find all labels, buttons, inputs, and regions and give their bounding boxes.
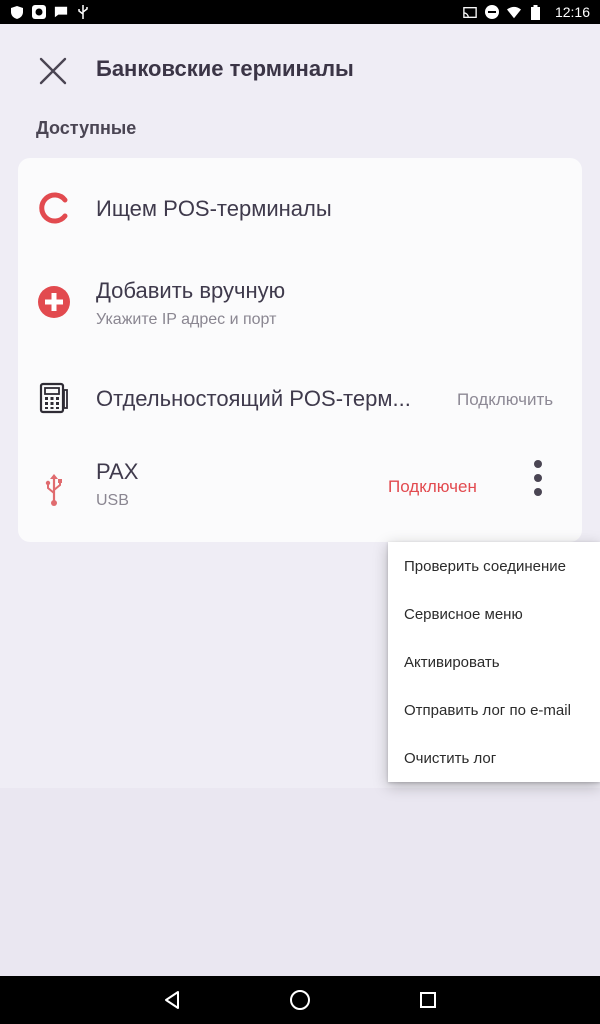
- home-icon: [290, 990, 310, 1010]
- terminals-card: Ищем POS-терминалы Добавить вручную Укаж…: [18, 158, 582, 542]
- navigation-bar: [0, 976, 600, 1024]
- context-menu: Проверить соединение Сервисное меню Акти…: [388, 542, 600, 782]
- battery-icon: [529, 4, 543, 20]
- status-bar: 12:16: [0, 0, 600, 24]
- row-searching: Ищем POS-терминалы: [18, 158, 582, 258]
- row-pax-subtitle: USB: [96, 492, 129, 509]
- status-time: 12:16: [554, 4, 590, 20]
- usb-icon: [76, 5, 90, 19]
- more-options-button[interactable]: [518, 456, 558, 500]
- do-not-disturb-icon: [484, 5, 499, 19]
- page-title: Банковские терминалы: [96, 56, 354, 81]
- status-connected: Подключен: [388, 477, 477, 496]
- row-standalone-title: Отдельностоящий POS-терм...: [96, 386, 411, 411]
- loading-spinner-icon: [36, 190, 72, 226]
- lower-background: [0, 788, 600, 976]
- toolbar: Банковские терминалы: [0, 24, 600, 114]
- pos-terminal-icon: [36, 380, 72, 416]
- usb-icon: [36, 472, 72, 508]
- more-vert-icon-dot: [534, 488, 542, 496]
- wifi-icon: [506, 5, 521, 19]
- status-bar-right: 12:16: [463, 4, 590, 20]
- row-standalone-terminal[interactable]: Отдельностоящий POS-терм... Подключить: [18, 356, 582, 442]
- app-notification-icon: [32, 5, 46, 19]
- close-icon: [39, 57, 67, 85]
- menu-item-service-menu[interactable]: Сервисное меню: [388, 590, 600, 638]
- recents-button[interactable]: [416, 988, 440, 1012]
- home-button[interactable]: [288, 988, 312, 1012]
- cast-icon: [463, 5, 477, 19]
- back-button[interactable]: [160, 988, 184, 1012]
- back-icon: [165, 991, 179, 1009]
- menu-item-activate[interactable]: Активировать: [388, 638, 600, 686]
- row-add-manual[interactable]: Добавить вручную Укажите IP адрес и порт: [18, 258, 582, 356]
- menu-item-clear-log[interactable]: Очистить лог: [388, 734, 600, 782]
- row-add-manual-title: Добавить вручную: [96, 278, 286, 303]
- connect-button[interactable]: Подключить: [457, 390, 553, 410]
- row-searching-title: Ищем POS-терминалы: [96, 196, 332, 221]
- close-button[interactable]: [30, 48, 76, 94]
- status-bar-left: [10, 5, 90, 19]
- more-vert-icon-dot: [534, 474, 542, 482]
- menu-item-send-log[interactable]: Отправить лог по e-mail: [388, 686, 600, 734]
- section-available-label: Доступные: [36, 118, 137, 138]
- recents-icon: [420, 992, 436, 1008]
- message-icon: [54, 5, 68, 19]
- row-pax-title: PAX: [96, 459, 139, 484]
- row-add-manual-subtitle: Укажите IP адрес и порт: [96, 311, 277, 328]
- menu-item-check-connection[interactable]: Проверить соединение: [388, 542, 600, 590]
- shield-icon: [10, 5, 24, 19]
- add-circle-icon: [36, 284, 72, 320]
- row-pax-terminal[interactable]: PAX USB Подключен: [18, 442, 582, 542]
- more-vert-icon: [534, 460, 542, 468]
